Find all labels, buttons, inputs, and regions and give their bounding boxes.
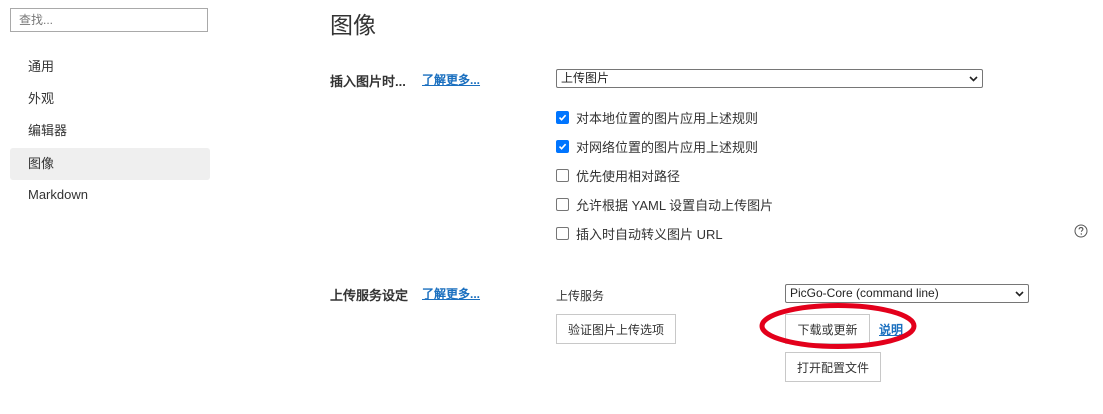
page-title: 图像: [330, 12, 376, 38]
sidebar-item-label: 外观: [28, 91, 55, 106]
question-circle-icon[interactable]: [1074, 224, 1088, 238]
sidebar-item-markdown[interactable]: Markdown: [10, 179, 210, 211]
sidebar-item-general[interactable]: 通用: [10, 51, 210, 83]
checkbox-unchecked[interactable]: [556, 168, 569, 182]
insert-action-select[interactable]: 上传图片: [556, 69, 983, 88]
option-label: 对网络位置的图片应用上述规则: [576, 139, 759, 155]
sidebar-item-image[interactable]: 图像: [10, 148, 210, 180]
chevron-down-icon: [1015, 291, 1024, 297]
verify-upload-button[interactable]: 验证图片上传选项: [556, 314, 676, 344]
sidebar-item-label: Markdown: [28, 187, 88, 202]
chevron-down-icon: [969, 76, 978, 82]
option-label: 优先使用相对路径: [576, 168, 681, 184]
insert-learn-more-link[interactable]: 了解更多...: [422, 71, 480, 88]
upload-learn-more-link[interactable]: 了解更多...: [422, 285, 480, 302]
sidebar-item-label: 图像: [28, 156, 55, 171]
insert-action-value: 上传图片: [561, 71, 610, 85]
check-icon: [558, 114, 567, 121]
open-config-button[interactable]: 打开配置文件: [785, 352, 881, 382]
option-label: 允许根据 YAML 设置自动上传图片: [576, 197, 774, 213]
search-input[interactable]: [10, 8, 208, 32]
checkbox-unchecked[interactable]: [556, 226, 569, 240]
option-label: 插入时自动转义图片 URL: [576, 226, 723, 242]
option-escape-url[interactable]: 插入时自动转义图片 URL: [556, 225, 723, 242]
option-network-images[interactable]: 对网络位置的图片应用上述规则: [556, 138, 759, 155]
sidebar-item-label: 编辑器: [28, 123, 68, 138]
option-yaml-auto-upload[interactable]: 允许根据 YAML 设置自动上传图片: [556, 196, 774, 213]
option-relative-path[interactable]: 优先使用相对路径: [556, 167, 681, 184]
sidebar-item-label: 通用: [28, 59, 55, 74]
docs-link[interactable]: 说明: [879, 321, 903, 338]
checkbox-checked[interactable]: [556, 139, 569, 153]
upload-service-select[interactable]: PicGo-Core (command line): [785, 284, 1029, 303]
sidebar-item-appearance[interactable]: 外观: [10, 83, 210, 115]
option-local-images[interactable]: 对本地位置的图片应用上述规则: [556, 109, 759, 126]
upload-service-label: 上传服务: [556, 289, 605, 303]
checkbox-checked[interactable]: [556, 110, 569, 124]
option-label: 对本地位置的图片应用上述规则: [576, 110, 759, 126]
download-update-button[interactable]: 下载或更新: [785, 314, 870, 344]
insert-section-label: 插入图片时...: [330, 74, 406, 89]
sidebar-item-editor[interactable]: 编辑器: [10, 115, 210, 147]
check-icon: [558, 143, 567, 150]
upload-section-label: 上传服务设定: [330, 288, 409, 303]
checkbox-unchecked[interactable]: [556, 197, 569, 211]
upload-service-value: PicGo-Core (command line): [790, 286, 939, 300]
